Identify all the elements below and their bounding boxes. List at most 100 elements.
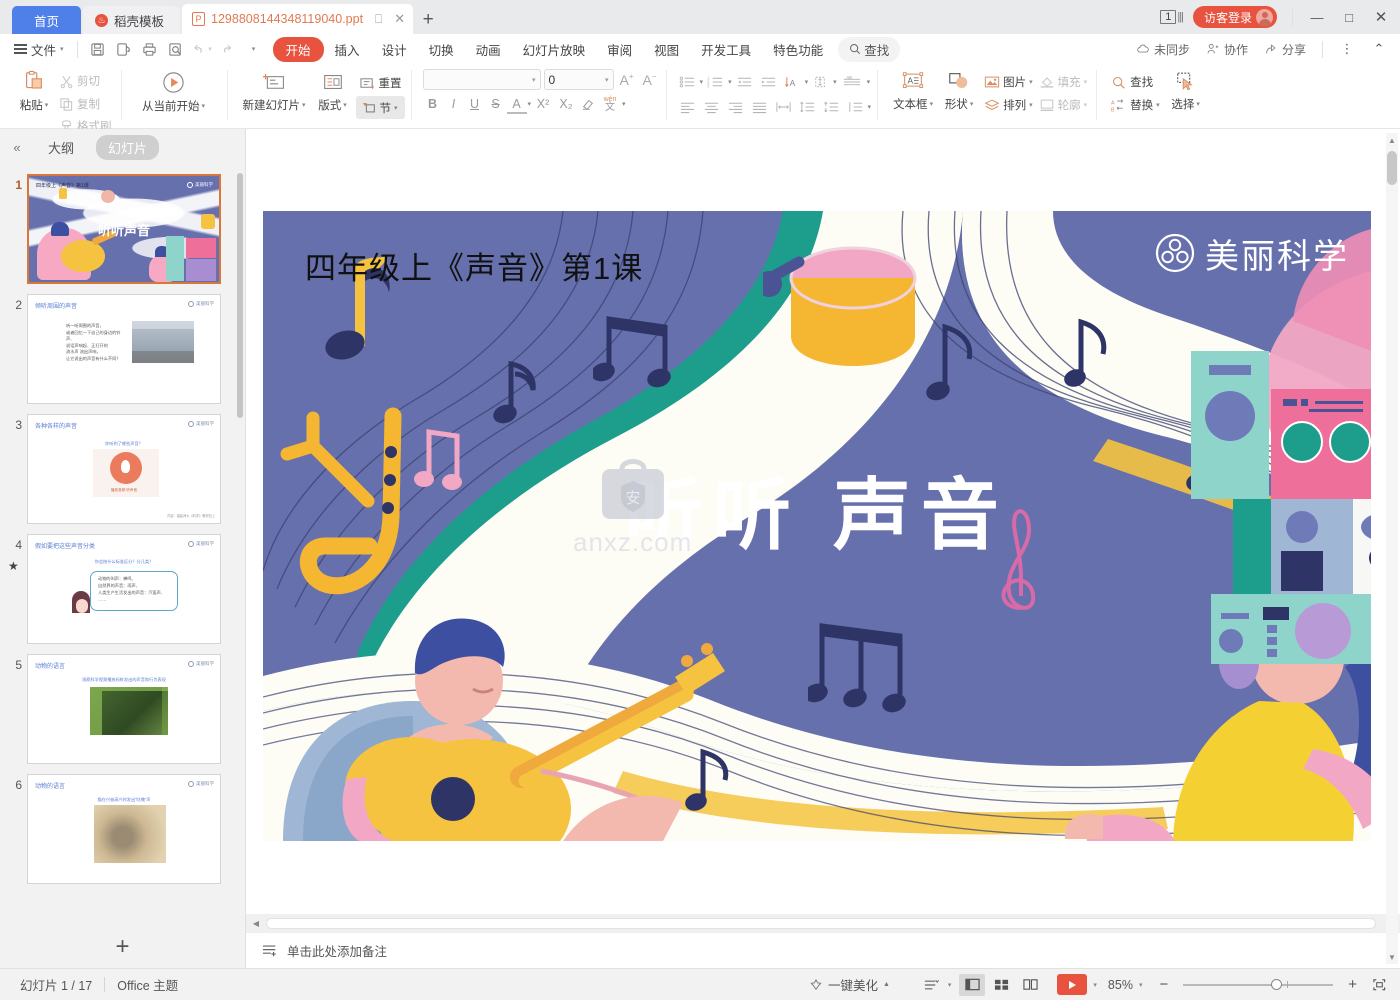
start-from-current-button[interactable]: 从当前开始 ▾ <box>135 67 213 114</box>
chevron-down-icon[interactable]: ▾ <box>868 103 872 111</box>
canvas-vscroll-thumb[interactable] <box>1387 151 1397 185</box>
maximize-button[interactable]: □ <box>1334 2 1364 32</box>
view-options-icon[interactable] <box>919 974 945 996</box>
thumbnail-row[interactable]: 3 各种各样的声音 美丽科学 你听到了哪些声音？ 播放音频 听声音 内容：福建师… <box>0 409 245 529</box>
thumbnail-row[interactable]: 2 倾听周围的声音 美丽科学 听一听周围的声音， 或者回忆一下自己的身边的铃声、… <box>0 289 245 409</box>
justify-icon[interactable] <box>748 96 771 117</box>
tab-view[interactable]: 视图 <box>643 37 690 62</box>
font-color-button[interactable]: A <box>506 97 527 114</box>
numbered-list-icon[interactable]: 123 <box>704 71 727 92</box>
chevron-down-icon[interactable]: ▾ <box>805 78 809 86</box>
tab-docer-template[interactable]: ♨ 稻壳模板 <box>83 6 181 34</box>
tab-design[interactable]: 设计 <box>371 37 418 62</box>
login-button[interactable]: 访客登录 <box>1192 6 1277 28</box>
reading-view-button[interactable] <box>1017 974 1043 996</box>
customize-qat-icon[interactable]: ▾ <box>241 37 267 61</box>
thumbnail-row[interactable]: 6 动物的语言 美丽科学 猫在兴奋高兴时发出“咕噜”声 <box>0 769 245 889</box>
tab-transitions[interactable]: 切换 <box>418 37 465 62</box>
chevron-down-icon[interactable]: ▾ <box>1093 981 1097 989</box>
chevrons-left-icon[interactable]: « <box>8 140 26 155</box>
start-slideshow-button[interactable] <box>1057 974 1088 995</box>
line-spacing-icon[interactable] <box>796 96 819 117</box>
tab-slideshow[interactable]: 幻灯片放映 <box>512 37 597 62</box>
tab-document[interactable]: P 1298808144348119040.ppt ⎕ ✕ <box>182 4 414 34</box>
spacing-dropdown-icon[interactable] <box>844 96 867 117</box>
slide-thumbnail-3[interactable]: 各种各样的声音 美丽科学 你听到了哪些声音？ 播放音频 听声音 内容：福建师大《… <box>27 414 221 524</box>
slide-thumbnail-4[interactable]: 假如要把这些声音分类 美丽科学 你会按什么标准区分？分几类？ 动物的叫声：蝉鸣、… <box>27 534 221 644</box>
distribute-icon[interactable] <box>772 96 795 117</box>
find-button[interactable]: 查找 <box>1108 72 1163 92</box>
normal-view-button[interactable] <box>959 973 986 996</box>
layout-button[interactable]: 版式 ▾ <box>310 67 356 113</box>
bullet-list-icon[interactable] <box>676 71 699 92</box>
arrange-button[interactable]: 排列 ▾ <box>981 95 1036 115</box>
save-icon[interactable] <box>85 37 111 61</box>
align-right-icon[interactable] <box>724 96 747 117</box>
notes-pane[interactable]: 单击此处添加备注 <box>246 932 1400 968</box>
chevron-down-icon[interactable]: ▾ <box>948 981 952 989</box>
new-tab-button[interactable]: + <box>413 6 443 34</box>
current-slide[interactable]: 四年级上《声音》第1课 美丽科学 听听 声音 安 anxz.com <box>263 210 1371 841</box>
reset-button[interactable]: 重置 <box>356 73 405 93</box>
tab-features[interactable]: 特色功能 <box>762 37 834 62</box>
align-left-icon[interactable] <box>676 96 699 117</box>
more-vertical-icon[interactable]: ⋮ <box>1332 34 1362 64</box>
align-text-icon[interactable] <box>809 71 832 92</box>
tab-review[interactable]: 审阅 <box>596 37 643 62</box>
tab-developer[interactable]: 开发工具 <box>690 37 762 62</box>
slide-thumbnail-1[interactable]: 四年级上《声音》第1课 听听声音 美丽科学 <box>27 174 221 284</box>
fit-to-window-button[interactable] <box>1366 974 1392 996</box>
align-center-icon[interactable] <box>700 96 723 117</box>
superscript-button[interactable]: X² <box>532 94 554 114</box>
chevron-down-icon[interactable]: ▾ <box>1139 981 1143 989</box>
file-menu-button[interactable]: 文件 ▾ <box>8 40 70 59</box>
minimize-button[interactable]: — <box>1302 2 1332 32</box>
slide-counter[interactable]: 幻灯片 1 / 17 <box>8 975 104 994</box>
picture-button[interactable]: 图片 ▾ <box>981 72 1036 92</box>
slide-thumbnail-6[interactable]: 动物的语言 美丽科学 猫在兴奋高兴时发出“咕噜”声 <box>27 774 221 884</box>
thumbnail-scrollbar-thumb[interactable] <box>237 173 243 418</box>
paste-button[interactable]: 粘贴 ▾ <box>12 67 56 113</box>
chevron-up-icon[interactable]: ⌃ <box>1364 34 1394 64</box>
canvas-hscroll-thumb[interactable] <box>266 917 1376 929</box>
close-button[interactable]: ✕ <box>1366 2 1396 32</box>
grow-font-button[interactable]: A + <box>617 72 637 88</box>
thumbnail-row[interactable]: 5 动物的语言 美丽科学 观察科学视频播放蚂蚱发出的声音和行为表现 <box>0 649 245 769</box>
strikethrough-button[interactable]: S <box>486 94 506 114</box>
text-direction-icon[interactable]: A <box>781 71 804 92</box>
canvas-vertical-scrollbar[interactable]: ▲ ▼ <box>1386 133 1398 964</box>
scroll-down-arrow[interactable]: ▼ <box>1386 950 1398 964</box>
page-badge[interactable]: 1 ||| <box>1160 10 1184 24</box>
print-preview-icon[interactable] <box>163 37 189 61</box>
tab-insert[interactable]: 插入 <box>324 37 371 62</box>
chevron-down-icon[interactable]: ▾ <box>622 100 626 108</box>
shrink-font-button[interactable]: A − <box>640 72 660 88</box>
sync-status-button[interactable]: 未同步 <box>1129 41 1197 58</box>
section-button[interactable]: 节 ▾ <box>355 96 405 119</box>
add-slide-button[interactable]: + <box>0 926 245 968</box>
chevron-down-icon[interactable]: ▾ <box>867 78 871 86</box>
tab-start[interactable]: 开始 <box>272 36 324 62</box>
scroll-left-arrow[interactable]: ◀ <box>248 919 264 928</box>
zoom-slider[interactable] <box>1183 978 1334 990</box>
close-tab-icon[interactable]: ✕ <box>394 11 405 27</box>
chevron-down-icon[interactable]: ▾ <box>528 100 532 108</box>
italic-button[interactable]: I <box>444 94 464 114</box>
scroll-up-arrow[interactable]: ▲ <box>1386 133 1398 147</box>
decrease-indent-icon[interactable] <box>733 71 756 92</box>
bold-button[interactable]: B <box>423 94 443 114</box>
shape-button[interactable]: 形状 ▾ <box>937 67 981 112</box>
increase-indent-icon[interactable] <box>757 71 780 92</box>
canvas-horizontal-scrollbar[interactable]: ◀ <box>246 914 1400 932</box>
tab-find[interactable]: 查找 <box>838 36 901 62</box>
zoom-level[interactable]: 85% <box>1108 978 1133 992</box>
zoom-out-button[interactable]: − <box>1153 976 1174 993</box>
tab-outline[interactable]: 大纲 <box>36 135 86 160</box>
thumbnail-row[interactable]: 4 ★ 假如要把这些声音分类 美丽科学 你会按什么标准区分？分几类？ 动物的叫声… <box>0 529 245 649</box>
share-button[interactable]: 分享 <box>1257 41 1313 58</box>
para-spacing-icon[interactable] <box>820 96 843 117</box>
slide-sorter-button[interactable] <box>988 974 1014 996</box>
select-button[interactable]: 选择 ▾ <box>1163 67 1209 112</box>
new-slide-button[interactable]: 新建幻灯片 ▾ <box>239 67 310 113</box>
chevron-down-icon[interactable]: ▾ <box>700 78 704 86</box>
